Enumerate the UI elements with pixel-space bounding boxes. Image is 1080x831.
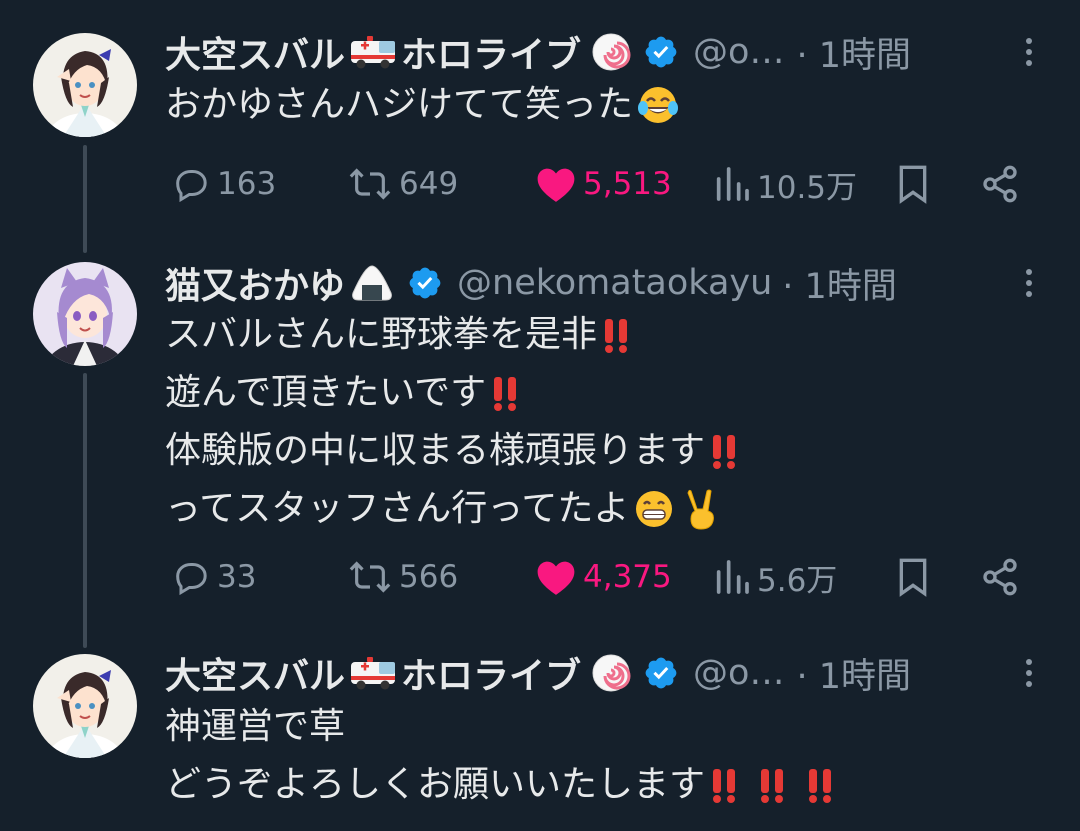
heart-icon	[537, 561, 575, 595]
display-name-suffix[interactable]: ホロライブ	[401, 647, 581, 699]
timestamp[interactable]: · 1時間	[796, 27, 911, 78]
ambulance-emoji	[349, 35, 397, 69]
like-button[interactable]: 5,513	[535, 159, 672, 209]
handle[interactable]: @o…	[693, 653, 784, 693]
double-exclamation-emoji	[805, 765, 835, 805]
handle[interactable]: @o…	[693, 32, 784, 72]
share-button[interactable]	[980, 552, 1026, 602]
double-exclamation-emoji	[709, 431, 739, 471]
verified-badge-icon	[643, 34, 679, 70]
naruto-emoji	[591, 32, 631, 72]
tears-of-joy-emoji	[637, 84, 679, 126]
tweet-header: 大空スバル ホロライブ @o… · 1時間	[165, 27, 911, 77]
timestamp[interactable]: · 1時間	[782, 258, 897, 309]
like-count: 5,513	[583, 166, 672, 202]
retweet-count: 649	[399, 166, 459, 202]
double-exclamation-emoji	[757, 765, 787, 805]
bookmark-icon	[899, 558, 927, 597]
like-button[interactable]: 4,375	[535, 552, 672, 602]
display-name[interactable]: 猫又おかゆ	[165, 257, 345, 309]
views-count: 10.5万	[757, 169, 858, 206]
views-icon	[716, 167, 749, 201]
bookmark-icon	[899, 165, 927, 204]
tweet-line: おかゆさんハジけてて笑った	[165, 84, 634, 125]
victory-hand-emoji	[683, 487, 721, 531]
tweet-actions: 33 566 4,375 5.6万	[165, 552, 1045, 602]
reply-count: 33	[217, 559, 257, 595]
bookmark-button[interactable]	[895, 159, 937, 209]
tweet-line: ってスタッフさん行ってたよ	[165, 488, 630, 529]
bookmark-button[interactable]	[895, 552, 937, 602]
retweet-count: 566	[399, 559, 459, 595]
reply-icon	[176, 563, 207, 596]
verified-badge-icon	[643, 655, 679, 691]
views-icon	[716, 560, 749, 594]
display-name[interactable]: 大空スバル	[165, 26, 345, 78]
share-button[interactable]	[980, 159, 1026, 209]
share-icon	[983, 558, 1017, 596]
display-name[interactable]: 大空スバル	[165, 647, 345, 699]
tweet-line: どうぞよろしくお願いいたします	[165, 764, 706, 805]
double-exclamation-emoji	[601, 315, 631, 355]
heart-icon	[537, 168, 575, 202]
more-icon[interactable]	[1022, 258, 1036, 308]
rice-ball-emoji	[349, 263, 395, 303]
retweet-button[interactable]: 566	[347, 552, 458, 602]
views-button[interactable]: 5.6万	[713, 552, 837, 602]
avatar-subaru[interactable]	[33, 33, 137, 137]
double-exclamation-emoji	[490, 373, 520, 413]
avatar-okayu[interactable]	[33, 262, 137, 366]
timestamp[interactable]: · 1時間	[796, 648, 911, 699]
retweet-icon	[349, 561, 391, 593]
more-icon[interactable]	[1022, 648, 1036, 698]
tweet-text: 神運営で草 どうぞよろしくお願いいたします	[165, 698, 839, 814]
tweet-text: おかゆさんハジけてて笑った	[165, 76, 683, 134]
tweet-header: 大空スバル ホロライブ @o… · 1時間	[165, 648, 911, 698]
ambulance-emoji	[349, 656, 397, 690]
more-icon[interactable]	[1022, 27, 1036, 77]
views-count: 5.6万	[757, 562, 838, 599]
tweet-header: 猫又おかゆ @nekomataokayu · 1時間	[165, 258, 897, 308]
grinning-emoji	[633, 488, 675, 530]
tweet[interactable]: 猫又おかゆ @nekomataokayu · 1時間 スバルさんに野球拳を是非 …	[0, 250, 1080, 640]
double-exclamation-emoji	[709, 765, 739, 805]
views-button[interactable]: 10.5万	[713, 159, 857, 209]
reply-count: 163	[217, 166, 277, 202]
retweet-icon	[349, 168, 391, 200]
tweet-line: 体験版の中に収まる様頑張ります	[165, 430, 706, 471]
handle[interactable]: @nekomataokayu	[457, 263, 772, 303]
naruto-emoji	[591, 653, 631, 693]
reply-icon	[176, 170, 207, 203]
tweet-text: スバルさんに野球拳を是非 遊んで頂きたいです 体験版の中に収まる様頑張ります っ…	[165, 306, 743, 538]
tweet-line: 神運営で草	[165, 706, 346, 747]
reply-button[interactable]: 33	[171, 552, 256, 602]
tweet[interactable]: 大空スバル ホロライブ @o… · 1時間	[0, 0, 1080, 240]
like-count: 4,375	[583, 559, 672, 595]
reply-button[interactable]: 163	[171, 159, 276, 209]
display-name-suffix[interactable]: ホロライブ	[401, 26, 581, 78]
tweet-actions: 163 649 5,513 10.5万	[165, 159, 1045, 209]
avatar-subaru[interactable]	[33, 654, 137, 758]
tweet-line: スバルさんに野球拳を是非	[165, 314, 598, 355]
verified-badge-icon	[407, 265, 443, 301]
retweet-button[interactable]: 649	[347, 159, 458, 209]
share-icon	[983, 165, 1017, 203]
tweet-line: 遊んで頂きたいです	[165, 372, 487, 413]
tweet[interactable]: 大空スバル ホロライブ @o… · 1時間	[0, 640, 1080, 831]
